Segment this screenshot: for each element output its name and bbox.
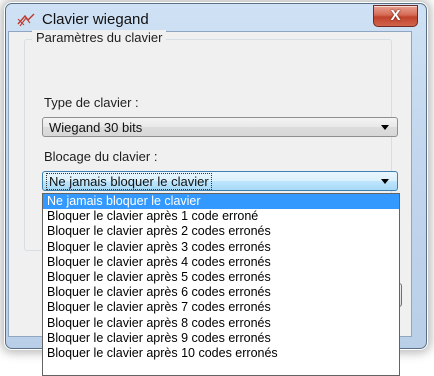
dropdown-option[interactable]: Bloquer le clavier après 4 codes erronés xyxy=(43,255,399,270)
dropdown-option[interactable]: Bloquer le clavier après 2 codes erronés xyxy=(43,224,399,239)
dropdown-option[interactable]: Bloquer le clavier après 5 codes erronés xyxy=(43,270,399,285)
keypad-lock-label: Blocage du clavier : xyxy=(44,149,158,164)
close-button[interactable]: X xyxy=(373,5,418,27)
group-legend: Paramètres du clavier xyxy=(32,30,167,45)
keypad-type-label: Type de clavier : xyxy=(44,95,139,110)
dropdown-option[interactable]: Bloquer le clavier après 10 codes erroné… xyxy=(43,346,399,361)
dropdown-option[interactable]: Bloquer le clavier après 3 codes erronés xyxy=(43,240,399,255)
keypad-lock-value: Ne jamais bloquer le clavier xyxy=(46,173,212,190)
dropdown-option[interactable]: Bloquer le clavier après 6 codes erronés xyxy=(43,285,399,300)
dropdown-option[interactable]: Ne jamais bloquer le clavier xyxy=(43,194,399,210)
keypad-lock-dropdown-list[interactable]: Ne jamais bloquer le clavier Bloquer le … xyxy=(42,193,400,376)
dropdown-option[interactable]: Bloquer le clavier après 1 code erroné xyxy=(43,209,399,224)
keypad-type-value: Wiegand 30 bits xyxy=(49,120,143,135)
screen: Clavier wiegand X Paramètres du clavier … xyxy=(0,0,434,376)
window-title: Clavier wiegand xyxy=(42,11,149,28)
keypad-lock-select[interactable]: Ne jamais bloquer le clavier xyxy=(42,171,398,191)
chevron-down-icon xyxy=(381,125,389,130)
keypad-type-select[interactable]: Wiegand 30 bits xyxy=(42,117,398,137)
dropdown-option[interactable]: Bloquer le clavier après 9 codes erronés xyxy=(43,331,399,346)
close-icon: X xyxy=(390,7,401,24)
dropdown-option[interactable]: Bloquer le clavier après 8 codes erronés xyxy=(43,316,399,331)
keypad-icon xyxy=(16,12,36,28)
dropdown-option[interactable]: Bloquer le clavier après 7 codes erronés xyxy=(43,300,399,315)
chevron-down-icon xyxy=(381,179,389,184)
